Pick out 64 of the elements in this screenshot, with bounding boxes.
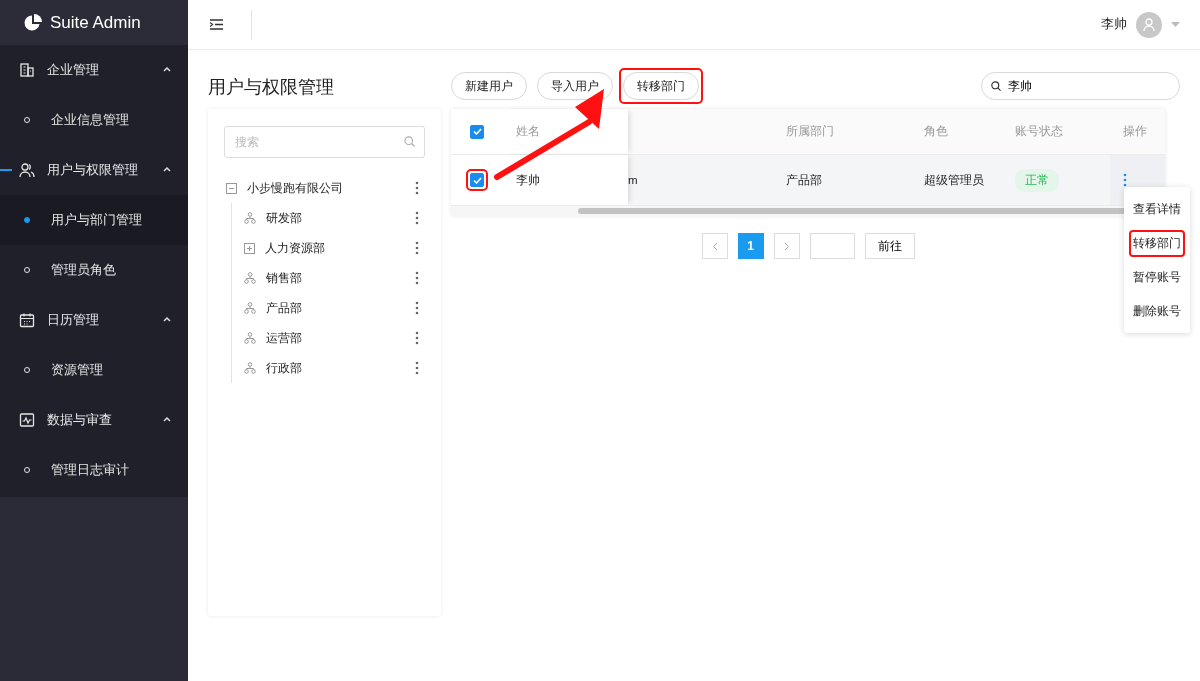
tree-item[interactable]: 产品部: [244, 293, 425, 323]
menu-option[interactable]: 转移部门: [1129, 229, 1185, 257]
more-icon[interactable]: [1123, 173, 1127, 187]
checkbox[interactable]: [470, 124, 484, 139]
toolbar-button[interactable]: 导入用户: [537, 72, 613, 100]
menu-option[interactable]: 暂停账号: [1129, 263, 1185, 291]
more-icon[interactable]: [415, 211, 419, 225]
table-cell: 超级管理员: [924, 172, 984, 188]
search-field[interactable]: 李帅: [981, 72, 1180, 100]
expand-icon[interactable]: [244, 242, 255, 254]
column-header: 角色: [924, 124, 948, 139]
more-icon[interactable]: [415, 271, 419, 285]
tree-item[interactable]: 研发部: [244, 203, 425, 233]
org-chart-icon: [244, 362, 256, 374]
search-field[interactable]: 搜索: [224, 126, 425, 158]
status-badge: 正常: [1015, 168, 1059, 192]
menu-group[interactable]: 数据与审查: [0, 395, 188, 445]
user-name: 李帅: [1101, 16, 1127, 33]
tree-item[interactable]: 小步慢跑有限公司: [224, 173, 425, 203]
toolbar-button[interactable]: 转移部门: [623, 72, 699, 100]
toolbar-button[interactable]: 新建用户: [451, 72, 527, 100]
org-chart-icon: [244, 332, 256, 344]
caret-icon: [163, 66, 171, 72]
org-chart-icon: [244, 272, 256, 284]
tree-item[interactable]: 人力资源部: [244, 233, 425, 263]
table-cell: 产品部: [786, 172, 822, 188]
tree-item[interactable]: 销售部: [244, 263, 425, 293]
table-cell: m: [628, 174, 638, 186]
more-icon[interactable]: [415, 331, 419, 345]
tree-item[interactable]: 运营部: [244, 323, 425, 353]
more-icon[interactable]: [415, 241, 419, 255]
caret-icon: [163, 166, 171, 172]
caret-icon[interactable]: [1171, 22, 1180, 27]
page-title: 用户与权限管理: [208, 76, 335, 99]
menu-group[interactable]: 用户与权限管理: [0, 145, 188, 195]
collapse-icon[interactable]: [226, 182, 237, 194]
menu-group[interactable]: 日历管理: [0, 295, 188, 345]
search-icon: [404, 136, 415, 147]
menu-item[interactable]: 管理日志审计: [0, 445, 188, 495]
menu-item[interactable]: 资源管理: [0, 345, 188, 395]
menu-group[interactable]: 企业管理: [0, 45, 188, 95]
table-cell: 李帅: [516, 172, 540, 188]
more-icon[interactable]: [415, 301, 419, 315]
tree-item[interactable]: 行政部: [244, 353, 425, 383]
more-icon[interactable]: [415, 361, 419, 375]
column-header: 账号状态: [1015, 124, 1063, 139]
menu-item[interactable]: 管理员角色: [0, 245, 188, 295]
column-header: 所属部门: [786, 124, 834, 139]
org-chart-icon: [244, 302, 256, 314]
menu-item[interactable]: 企业信息管理: [0, 95, 188, 145]
caret-icon: [163, 316, 171, 322]
goto-button[interactable]: 前往: [864, 233, 915, 259]
pie-chart-icon: [24, 13, 42, 32]
menu-item[interactable]: 用户与部门管理: [0, 195, 188, 245]
page-input[interactable]: [809, 233, 855, 259]
column-header: 操作: [1123, 124, 1147, 139]
org-chart-icon: [244, 212, 256, 224]
chevron-right-icon: [783, 241, 790, 251]
caret-icon: [163, 416, 171, 422]
menu-option[interactable]: 查看详情: [1129, 195, 1185, 223]
menu-option[interactable]: 删除账号: [1129, 297, 1185, 325]
more-icon[interactable]: [415, 181, 419, 195]
chevron-left-icon: [711, 241, 718, 251]
column-header: 姓名: [516, 124, 540, 139]
